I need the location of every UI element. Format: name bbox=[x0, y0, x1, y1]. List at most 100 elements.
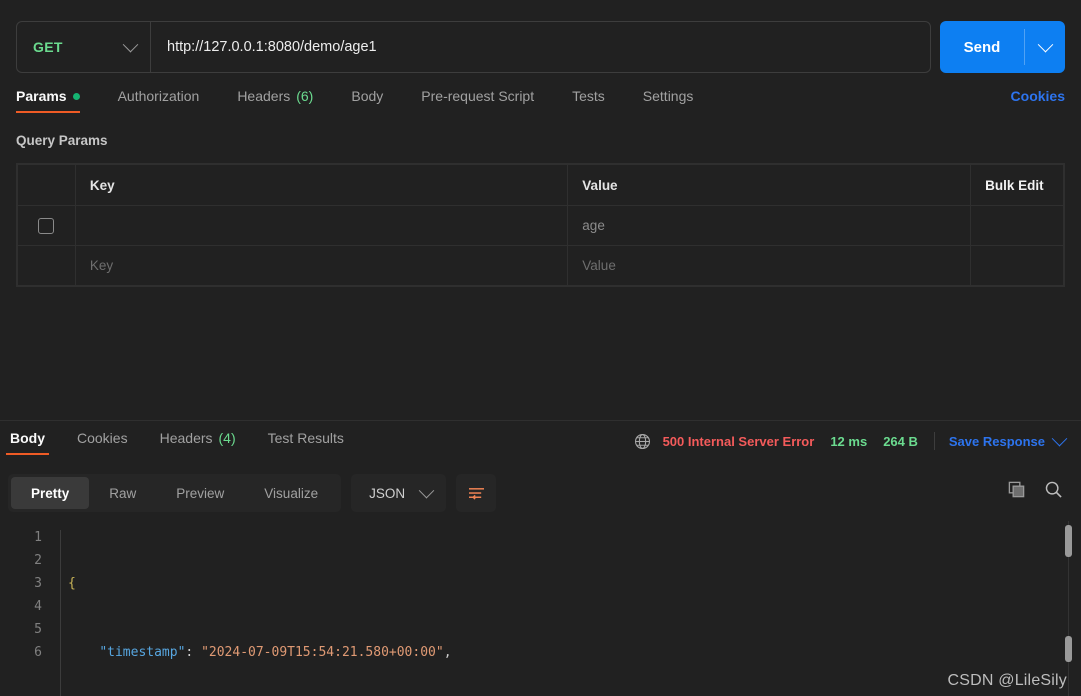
url-input[interactable] bbox=[151, 22, 930, 72]
language-label: JSON bbox=[369, 485, 406, 501]
wrap-lines-button[interactable] bbox=[456, 474, 497, 512]
language-dropdown[interactable]: JSON bbox=[351, 474, 447, 512]
bulk-edit-label: Bulk Edit bbox=[985, 177, 1044, 193]
row-value-value: age bbox=[582, 218, 605, 233]
table-row: Key Value bbox=[17, 245, 1064, 286]
line-number-gutter: 1 2 3 4 5 6 bbox=[0, 526, 54, 696]
tab-label: Authorization bbox=[117, 88, 200, 104]
tab-test-results[interactable]: Test Results bbox=[264, 430, 348, 455]
tab-label: Params bbox=[16, 88, 67, 104]
tab-label: Headers bbox=[159, 430, 213, 446]
request-tab-bar: Params Authorization Headers (6) Body Pr… bbox=[16, 88, 1065, 120]
tab-label: Settings bbox=[642, 88, 694, 104]
row-key-placeholder: Key bbox=[89, 258, 114, 273]
tab-label: Body bbox=[10, 430, 45, 446]
code-line: { bbox=[68, 576, 76, 591]
tab-authorization[interactable]: Authorization bbox=[118, 88, 200, 113]
table-header-row: Key Value Bulk Edit bbox=[17, 164, 1064, 206]
fold-guide-line bbox=[60, 530, 61, 696]
horizontal-scrollbar-thumb[interactable] bbox=[1065, 636, 1072, 662]
tab-label: Cookies bbox=[77, 430, 128, 446]
row-checkbox-cell bbox=[17, 205, 76, 246]
row-key-cell[interactable] bbox=[74, 205, 569, 246]
request-url-row: GET Send bbox=[16, 21, 1065, 73]
table-row: age bbox=[17, 205, 1064, 246]
response-status-bar: 500 Internal Server Error 12 ms 264 B Sa… bbox=[634, 430, 1068, 450]
view-mode-preview[interactable]: Preview bbox=[156, 477, 244, 509]
tab-label: Body bbox=[351, 88, 384, 104]
tab-label: Headers bbox=[237, 88, 291, 104]
line-number: 3 bbox=[34, 576, 42, 591]
row-key-cell[interactable]: Key bbox=[74, 245, 569, 286]
send-button[interactable]: Send bbox=[940, 21, 1024, 73]
line-number: 5 bbox=[34, 622, 42, 637]
http-method-label: GET bbox=[33, 39, 63, 55]
search-icon[interactable] bbox=[1044, 480, 1063, 499]
line-number: 6 bbox=[34, 645, 42, 660]
response-size: 264 B bbox=[883, 433, 918, 449]
header-value: Value bbox=[567, 164, 972, 206]
row-value-cell[interactable]: Value bbox=[567, 245, 972, 286]
line-number: 2 bbox=[34, 553, 42, 568]
http-method-dropdown[interactable]: GET bbox=[17, 22, 150, 72]
row-spacer-cell bbox=[970, 245, 1064, 286]
tab-params[interactable]: Params bbox=[16, 88, 80, 113]
tab-tests[interactable]: Tests bbox=[572, 88, 605, 113]
line-number: 4 bbox=[34, 599, 42, 614]
tab-settings[interactable]: Settings bbox=[643, 88, 694, 113]
tab-pre-request-script[interactable]: Pre-request Script bbox=[421, 88, 534, 113]
response-body-viewer[interactable]: 1 2 3 4 5 6 { "timestamp": "2024-07-09T1… bbox=[0, 521, 1081, 696]
code-lines: { "timestamp": "2024-07-09T15:54:21.580+… bbox=[68, 526, 1081, 696]
code-line: "timestamp": "2024-07-09T15:54:21.580+00… bbox=[99, 645, 452, 660]
row-checkbox-cell bbox=[17, 245, 76, 286]
cookies-link[interactable]: Cookies bbox=[1011, 88, 1065, 113]
url-box: GET bbox=[16, 21, 931, 73]
copy-icon[interactable] bbox=[1007, 480, 1026, 499]
send-options-dropdown[interactable] bbox=[1025, 21, 1065, 73]
chevron-down-icon[interactable] bbox=[1051, 430, 1068, 446]
save-response-button[interactable]: Save Response bbox=[949, 434, 1045, 449]
globe-icon bbox=[634, 433, 651, 450]
watermark: CSDN @LileSily bbox=[947, 672, 1067, 689]
status-badge: 500 Internal Server Error bbox=[662, 433, 815, 449]
row-checkbox[interactable] bbox=[38, 217, 55, 234]
tab-response-headers[interactable]: Headers (4) bbox=[156, 430, 240, 455]
divider bbox=[933, 432, 935, 450]
bulk-edit-button[interactable]: Bulk Edit bbox=[970, 164, 1064, 206]
view-mode-raw[interactable]: Raw bbox=[89, 477, 156, 509]
row-value-placeholder: Value bbox=[582, 258, 616, 273]
row-spacer-cell bbox=[970, 205, 1064, 246]
response-time: 12 ms bbox=[830, 433, 868, 449]
chevron-down-icon bbox=[122, 36, 139, 52]
response-tab-bar: Body Cookies Headers (4) Test Results bbox=[6, 430, 372, 464]
pane-splitter[interactable] bbox=[0, 420, 1081, 421]
unsaved-dot-icon bbox=[72, 92, 80, 100]
tab-label: Pre-request Script bbox=[421, 88, 535, 104]
chevron-down-icon bbox=[1037, 36, 1053, 52]
tab-count: (6) bbox=[296, 88, 314, 104]
row-value-cell[interactable]: age bbox=[567, 205, 972, 246]
header-key: Key bbox=[74, 164, 569, 206]
view-mode-visualize[interactable]: Visualize bbox=[244, 477, 338, 509]
chevron-down-icon bbox=[418, 482, 435, 498]
query-params-table: Key Value Bulk Edit age Key Value bbox=[16, 163, 1065, 287]
header-checkbox-cell bbox=[17, 164, 76, 206]
view-mode-pretty[interactable]: Pretty bbox=[11, 477, 90, 509]
tab-response-body[interactable]: Body bbox=[6, 430, 49, 455]
code-fold-column[interactable] bbox=[54, 526, 68, 696]
tab-body[interactable]: Body bbox=[351, 88, 383, 113]
view-mode-segmented-control: Pretty Raw Preview Visualize bbox=[8, 474, 342, 512]
response-format-toolbar: Pretty Raw Preview Visualize JSON bbox=[8, 474, 497, 512]
tab-headers[interactable]: Headers (6) bbox=[237, 88, 313, 113]
tab-count: (4) bbox=[218, 430, 236, 446]
query-params-title: Query Params bbox=[16, 133, 108, 148]
json-value-timestamp: "2024-07-09T15:54:21.580+00:00" bbox=[201, 645, 444, 660]
send-button-group: Send bbox=[940, 21, 1065, 73]
tab-response-cookies[interactable]: Cookies bbox=[73, 430, 132, 455]
wrap-text-icon bbox=[468, 487, 484, 500]
vertical-scrollbar-thumb[interactable] bbox=[1065, 525, 1072, 557]
line-number: 1 bbox=[34, 530, 42, 545]
tab-label: Tests bbox=[572, 88, 605, 104]
tab-label: Test Results bbox=[267, 430, 344, 446]
response-actions bbox=[1007, 480, 1063, 499]
